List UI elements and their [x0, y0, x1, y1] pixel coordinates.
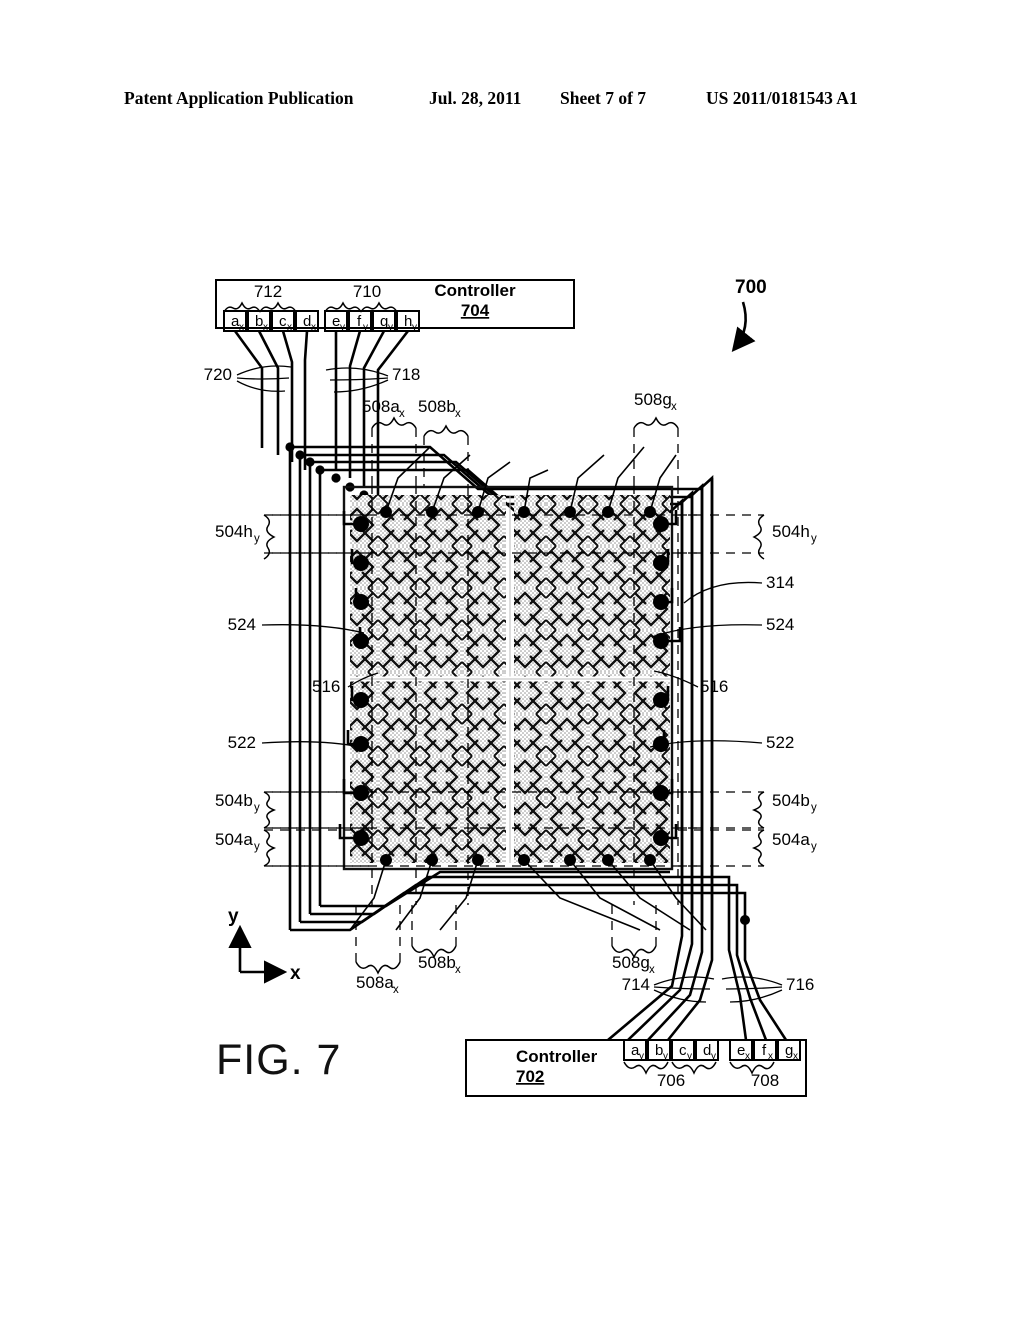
top-pin-dx[interactable]: d x: [295, 310, 319, 333]
row-504ay-right-base: 504a: [772, 830, 810, 849]
column-label-508ax-top: 508a x: [362, 397, 417, 485]
top-pin-cx[interactable]: c x: [271, 310, 295, 333]
top-lead-bundle-712: [233, 330, 309, 470]
top-pin-fy-sub: y: [363, 322, 368, 333]
top-pin-cx-label: c: [279, 313, 287, 330]
row-504hy-left-sub: y: [254, 533, 260, 545]
figure-caption: FIG. 7: [216, 1036, 342, 1084]
assembly-ref-label: 700: [735, 277, 767, 298]
bottom-pin-ay-sub: y: [639, 1051, 644, 1062]
sensor-mesh-field: [350, 495, 670, 863]
row-label-504ay-right: 504a y: [678, 829, 817, 867]
column-label-508ax-bottom: 508a x: [355, 905, 401, 996]
top-controller-ref: 704: [461, 301, 490, 320]
top-group-712-ref: 712: [254, 282, 282, 301]
bottom-group-706-ref: 706: [657, 1071, 685, 1090]
callout-716-label: 716: [786, 975, 814, 994]
col-508gx-top-sub: x: [671, 401, 677, 413]
assembly-callout-700: 700: [731, 277, 767, 353]
bottom-pin-ex[interactable]: e x: [729, 1039, 753, 1062]
bottom-pin-ay[interactable]: a y: [623, 1039, 647, 1062]
callout-720-label: 720: [204, 365, 232, 384]
bottom-pin-by-sub: y: [663, 1051, 668, 1062]
bottom-pin-gx-sub: x: [793, 1051, 798, 1062]
top-pin-hy-sub: y: [412, 322, 417, 333]
row-504hy-right-base: 504h: [772, 522, 810, 541]
callout-522-right-label: 522: [766, 733, 794, 752]
row-504by-right-sub: y: [811, 802, 817, 814]
row-504hy-left-base: 504h: [215, 522, 253, 541]
bottom-pin-fx-sub: x: [768, 1051, 773, 1062]
bottom-pin-fx[interactable]: f x: [753, 1039, 777, 1062]
top-pin-fy[interactable]: f y: [348, 310, 372, 333]
callout-714-label: 714: [622, 975, 650, 994]
bottom-pin-dy[interactable]: d y: [695, 1039, 719, 1062]
top-controller[interactable]: Controller 704 712 a x b x c x d x 710 e…: [215, 279, 575, 333]
column-label-508bx-bottom: 508b x: [411, 905, 461, 976]
row-label-504by-right: 504b y: [678, 791, 817, 829]
bottom-pin-cy-sub: y: [687, 1051, 692, 1062]
top-pin-ey[interactable]: e y: [324, 310, 348, 333]
col-508bx-top-sub: x: [455, 408, 461, 420]
callout-524-right: 524: [651, 615, 794, 638]
bottom-pin-fx-label: f: [762, 1042, 767, 1059]
col-508gx-top-base: 508g: [634, 390, 672, 409]
bottom-pin-ex-sub: x: [745, 1051, 750, 1062]
callout-314-right: 314: [683, 573, 794, 604]
callout-718-label: 718: [392, 365, 420, 384]
top-pin-gy[interactable]: g y: [372, 310, 396, 333]
bottom-controller-title: Controller: [516, 1047, 598, 1066]
bottom-group-708-ref: 708: [751, 1071, 779, 1090]
top-pin-bx-sub: x: [263, 322, 268, 333]
top-pin-gy-sub: y: [388, 322, 393, 333]
row-label-504hy-right: 504h y: [678, 514, 817, 560]
col-508ax-top-sub: x: [399, 408, 405, 420]
row-504by-right-base: 504b: [772, 791, 810, 810]
row-504ay-left-base: 504a: [215, 830, 253, 849]
col-508ax-bot-sub: x: [393, 984, 399, 996]
top-pin-ax[interactable]: a x: [223, 310, 247, 333]
col-508ax-top-base: 508a: [362, 397, 400, 416]
top-pin-hy[interactable]: h y: [396, 310, 420, 333]
callout-524-left-label: 524: [228, 615, 256, 634]
row-label-504ay-left: 504a y: [215, 829, 372, 867]
col-508bx-bot-base: 508b: [418, 953, 456, 972]
top-pin-ey-sub: y: [340, 322, 345, 333]
callout-522-left-label: 522: [228, 733, 256, 752]
bottom-pin-by[interactable]: b y: [647, 1039, 671, 1062]
top-pin-dx-sub: x: [311, 322, 316, 333]
callout-718: 718: [325, 365, 420, 393]
row-504by-left-base: 504b: [215, 791, 253, 810]
row-504ay-right-sub: y: [811, 841, 817, 853]
figure-7-diagram: Controller 704 712 a x b x c x d x 710 e…: [204, 277, 817, 1097]
col-508bx-bot-sub: x: [455, 964, 461, 976]
top-group-710-ref: 710: [353, 282, 381, 301]
top-pin-bx[interactable]: b x: [247, 310, 271, 333]
callout-314-right-label: 314: [766, 573, 794, 592]
row-504hy-right-sub: y: [811, 533, 817, 545]
callout-516-right-label: 516: [700, 677, 728, 696]
row-504by-left-sub: y: [254, 802, 260, 814]
top-controller-title: Controller: [434, 281, 516, 300]
bottom-pin-gx[interactable]: g x: [777, 1039, 801, 1062]
bottom-pin-cy[interactable]: c y: [671, 1039, 695, 1062]
bottom-controller[interactable]: Controller 702 a y b y c y d y 706 e x f…: [465, 1039, 807, 1097]
col-508ax-bot-base: 508a: [356, 973, 394, 992]
callout-516-left-label: 516: [312, 677, 340, 696]
axis-y-label: y: [228, 906, 239, 927]
bottom-controller-ref: 702: [516, 1067, 544, 1086]
callout-522-left: 522: [228, 733, 361, 752]
axis-x-label: x: [290, 963, 301, 984]
row-label-504by-left: 504b y: [215, 791, 372, 829]
callout-524-right-label: 524: [766, 615, 794, 634]
top-pin-ax-sub: x: [239, 322, 244, 333]
col-508bx-top-base: 508b: [418, 397, 456, 416]
bottom-pin-cy-label: c: [679, 1042, 687, 1059]
col-508gx-bot-base: 508g: [612, 953, 650, 972]
row-504ay-left-sub: y: [254, 841, 260, 853]
top-pin-cx-sub: x: [287, 322, 292, 333]
bottom-pin-dy-sub: y: [711, 1051, 716, 1062]
column-label-508gx-top: 508g x: [633, 390, 679, 485]
bottom-horizontal-bus: [290, 870, 700, 932]
